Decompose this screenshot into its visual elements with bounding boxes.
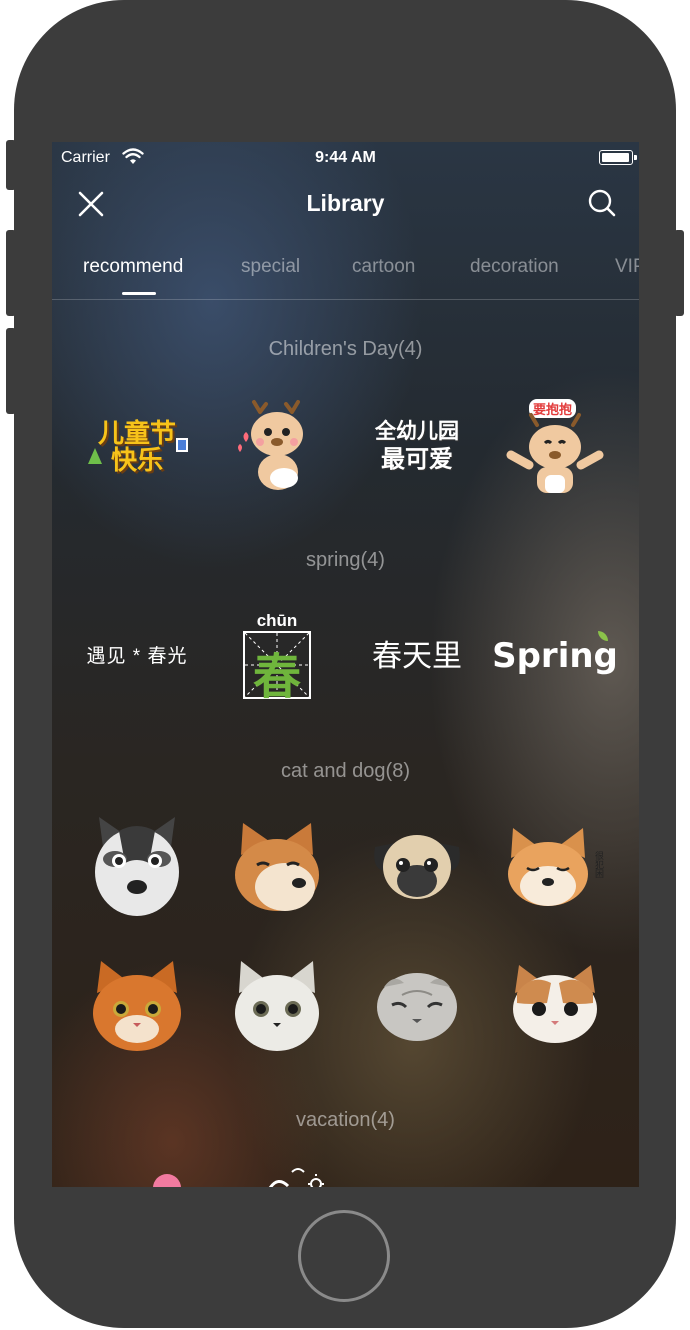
shiba-sleepy-icon: [508, 828, 588, 906]
sticker-orange-cat[interactable]: [82, 955, 192, 1055]
section-title: spring(4): [306, 549, 385, 571]
sticker-white-cat[interactable]: [222, 955, 332, 1055]
deer-cartoon-icon: [238, 400, 303, 490]
shiba-icon: [235, 823, 319, 911]
sticker-text-line: 全幼儿园: [375, 420, 459, 444]
scottish-fold-icon: [377, 973, 457, 1041]
sun-icon: [268, 1168, 324, 1187]
sticker-text: Spring: [492, 636, 618, 677]
section-title: Children's Day(4): [268, 338, 423, 360]
white-cat-icon: [235, 961, 319, 1051]
orange-cat-icon: [93, 961, 181, 1051]
sticker-kindergarten-text[interactable]: 全幼儿园 最可爱: [362, 397, 472, 497]
pug-icon: [374, 835, 460, 899]
chinese-character: 春: [252, 651, 301, 704]
sticker-vacation-partial[interactable]: [112, 1162, 222, 1187]
status-bar: Carrier 9:44 AM: [52, 142, 639, 174]
status-time: 9:44 AM: [315, 149, 376, 166]
active-tab-indicator: [122, 292, 156, 295]
sticker-exotic-cat[interactable]: [500, 955, 610, 1055]
sticker-caption: 很犯困: [595, 851, 605, 879]
sticker-shiba[interactable]: [222, 817, 332, 917]
gift-icon: [176, 437, 188, 452]
section-title: cat and dog(8): [281, 760, 410, 782]
sticker-pug[interactable]: [362, 817, 472, 917]
exotic-cat-icon: [513, 965, 597, 1043]
volume-up-button: [6, 230, 16, 316]
sticker-text: 遇见 * 春光: [86, 646, 188, 668]
sticker-deer-arms[interactable]: 要抱抱: [500, 397, 610, 497]
sticker-shiba-sleepy[interactable]: 很犯困: [500, 817, 610, 917]
party-hat-icon: [87, 447, 102, 464]
tab-special[interactable]: special: [241, 256, 300, 278]
tab-cartoon[interactable]: cartoon: [352, 256, 415, 278]
power-button: [674, 230, 684, 316]
search-icon[interactable]: [587, 188, 617, 218]
tab-decoration[interactable]: decoration: [470, 256, 559, 278]
sticker-text-line: 最可爱: [381, 446, 453, 474]
husky-icon: [95, 817, 179, 916]
navigation-bar: Library: [52, 174, 639, 234]
character-grid: 春: [243, 631, 311, 704]
section-title: vacation(4): [296, 1109, 395, 1131]
sticker-vacation-partial[interactable]: [242, 1162, 352, 1187]
heart-icon: [153, 1174, 181, 1187]
sticker-text-line: 快乐: [110, 445, 163, 475]
sticker-spring-meet[interactable]: 遇见 * 春光: [82, 607, 192, 707]
pinyin-label: chūn: [256, 611, 298, 630]
tab-recommend[interactable]: recommend: [83, 256, 183, 278]
sticker-childrens-day-text[interactable]: 儿童节 快乐: [82, 397, 192, 497]
sticker-spring-english[interactable]: Spring: [492, 607, 618, 707]
deer-cartoon-icon: [506, 413, 604, 493]
app-screen: Carrier 9:44 AM Library recommend specia…: [52, 142, 639, 1187]
category-tabs: recommend special cartoon decoration VIP: [52, 234, 639, 300]
sticker-scottish-fold[interactable]: [362, 955, 472, 1055]
tab-vip[interactable]: VIP: [615, 256, 639, 278]
volume-down-button: [6, 328, 16, 414]
mute-switch: [6, 140, 16, 190]
sticker-chun-character[interactable]: chūn 春: [222, 607, 332, 707]
battery-icon: [599, 150, 637, 165]
page-title: Library: [306, 190, 385, 216]
sticker-husky[interactable]: [82, 817, 192, 917]
sticker-deer-hug[interactable]: [222, 397, 332, 497]
sticker-text-line: 儿童节: [97, 417, 176, 448]
sticker-spring-day[interactable]: 春天里: [362, 607, 472, 707]
home-button[interactable]: [298, 1210, 390, 1302]
sticker-text: 春天里: [372, 640, 462, 674]
